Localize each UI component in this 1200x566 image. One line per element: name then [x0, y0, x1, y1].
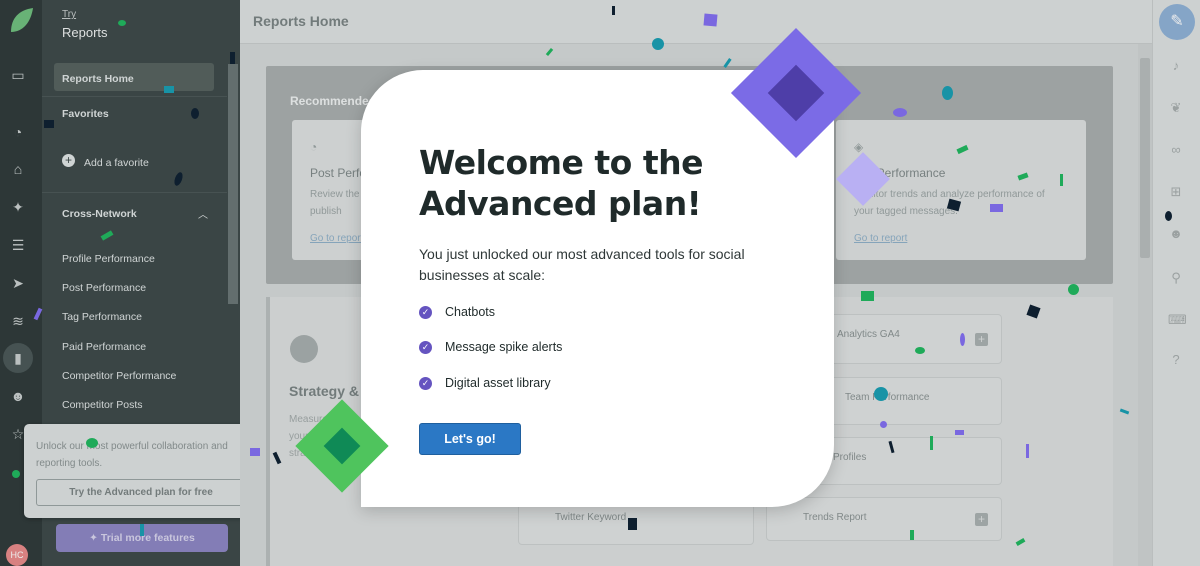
top-bar: Reports Home: [240, 0, 1152, 44]
add-icon[interactable]: +: [975, 513, 988, 526]
search-people-icon[interactable]: ⚲: [1168, 270, 1184, 286]
help-icon[interactable]: ?: [1168, 352, 1184, 368]
feature-item: ✓ Digital asset library: [419, 376, 551, 390]
audio-icon[interactable]: ≋: [9, 312, 27, 330]
confetti-piece: [930, 436, 933, 450]
list-icon[interactable]: ☰: [9, 236, 27, 254]
modal-description: You just unlocked our most advanced tool…: [419, 246, 745, 283]
confetti-piece: [880, 421, 887, 428]
dashboard-icon[interactable]: ◔: [9, 123, 27, 141]
pie-chart-icon: ◔: [310, 140, 318, 154]
pin-icon[interactable]: ✦: [9, 198, 27, 216]
pie-chart-icon: [290, 335, 318, 363]
people-icon[interactable]: ☻: [9, 387, 27, 405]
keyboard-icon[interactable]: ⌨: [1168, 312, 1187, 328]
confetti-piece: [44, 120, 54, 128]
confetti-piece: [12, 470, 20, 478]
confetti-piece: [612, 6, 615, 15]
folder-icon[interactable]: ▭: [9, 66, 27, 84]
upgrade-text: Unlock our most powerful collaboration a…: [36, 441, 228, 469]
reports-icon[interactable]: ▮: [3, 343, 33, 373]
confetti-piece: [250, 448, 260, 456]
leaf-icon[interactable]: ❦: [1168, 100, 1184, 116]
right-rail: ✎ ♪ ❦ ∞ ⊞ ☻ ⚲ ⌨ ?: [1152, 0, 1200, 566]
tile-label: Profiles: [833, 452, 867, 463]
confetti-piece: [893, 108, 907, 117]
welcome-modal: Welcome to the Advanced plan! You just u…: [361, 70, 834, 507]
divider: [42, 96, 227, 97]
nav-item-tag-performance[interactable]: Tag Performance: [62, 311, 142, 323]
confetti-piece: [1060, 174, 1063, 186]
tile-trends-report[interactable]: Trends Report +: [766, 497, 1002, 541]
nav-cross-network-heading[interactable]: Cross-Network: [62, 208, 137, 220]
feature-label: Chatbots: [445, 305, 496, 319]
nav-item-post-performance[interactable]: Post Performance: [62, 282, 146, 294]
people-icon[interactable]: ☻: [1168, 226, 1184, 242]
divider: [42, 192, 227, 193]
confetti-piece: [652, 38, 664, 50]
trial-button-label: Trial more features: [100, 532, 195, 544]
main-scroll-thumb[interactable]: [1140, 58, 1150, 258]
nav-item-competitor-performance[interactable]: Competitor Performance: [62, 370, 176, 382]
try-link[interactable]: Try: [62, 9, 76, 20]
page-title: Reports Home: [253, 13, 349, 29]
feature-label: Message spike alerts: [445, 340, 563, 354]
confetti-piece: [230, 52, 235, 64]
confetti-piece: [628, 518, 637, 530]
nav-favorites-heading: Favorites: [62, 108, 109, 120]
upgrade-card: Unlock our most powerful collaboration a…: [24, 424, 259, 518]
bell-icon[interactable]: ♪: [1168, 58, 1184, 74]
tile-label: Analytics GA4: [837, 329, 900, 340]
confetti-piece: [910, 530, 914, 540]
confetti-piece: [955, 430, 964, 435]
nav-item-reports-home[interactable]: Reports Home: [62, 73, 134, 85]
nav-scrollbar[interactable]: [228, 64, 238, 304]
nav-item-paid-performance[interactable]: Paid Performance: [62, 341, 146, 353]
confetti-piece: [1165, 211, 1172, 221]
tile-label: Trends Report: [803, 512, 867, 523]
nav-item-profile-performance[interactable]: Profile Performance: [62, 253, 155, 265]
nav-section-title: Reports: [62, 25, 108, 40]
try-advanced-plan-button[interactable]: Try the Advanced plan for free: [36, 479, 246, 506]
confetti-piece: [86, 438, 98, 448]
avatar[interactable]: HC: [6, 544, 28, 566]
confetti-piece: [118, 20, 126, 26]
feature-label: Digital asset library: [445, 376, 551, 390]
confetti-piece: [874, 387, 888, 401]
confetti-piece: [942, 86, 953, 100]
link-icon[interactable]: ∞: [1168, 142, 1184, 158]
tag-icon: ◈: [854, 140, 864, 154]
plus-square-icon[interactable]: ⊞: [1168, 184, 1184, 200]
go-to-report-link[interactable]: Go to report: [854, 233, 907, 244]
chevron-up-icon[interactable]: ︿: [198, 206, 208, 221]
logo-icon[interactable]: [7, 6, 35, 36]
recommended-heading: Recommended: [290, 94, 377, 108]
confetti-piece: [1026, 444, 1029, 458]
confetti-piece: [915, 347, 925, 354]
feature-item: ✓ Chatbots: [419, 305, 495, 319]
modal-title: Welcome to the Advanced plan!: [419, 143, 704, 223]
inbox-icon[interactable]: ⌂: [9, 160, 27, 178]
check-icon: ✓: [419, 376, 432, 390]
confetti-piece: [191, 108, 199, 119]
compose-icon[interactable]: ✎: [1159, 4, 1195, 40]
lets-go-button[interactable]: Let's go!: [419, 423, 521, 455]
add-favorite-link[interactable]: Add a favorite: [84, 157, 149, 169]
add-icon[interactable]: +: [62, 154, 75, 167]
confetti-piece: [960, 333, 965, 346]
confetti-piece: [1068, 284, 1079, 295]
tile-label: Twitter Keyword: [555, 512, 627, 523]
send-icon[interactable]: ➤: [9, 274, 27, 292]
check-icon: ✓: [419, 340, 432, 354]
confetti-piece: [164, 86, 174, 93]
confetti-piece: [990, 204, 1003, 212]
check-icon: ✓: [419, 305, 432, 319]
nav-item-competitor-posts[interactable]: Competitor Posts: [62, 399, 143, 411]
confetti-piece: [861, 291, 874, 301]
feature-item: ✓ Message spike alerts: [419, 340, 562, 354]
go-to-report-link[interactable]: Go to report: [310, 233, 363, 244]
confetti-piece: [703, 13, 718, 27]
add-icon[interactable]: +: [975, 333, 988, 346]
confetti-piece: [140, 524, 144, 536]
